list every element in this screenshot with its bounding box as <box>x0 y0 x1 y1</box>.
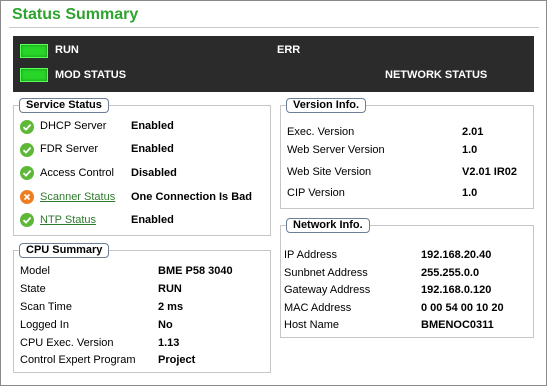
led-status-bar: RUN ERR MOD STATUS NETWORK STATUS <box>13 36 534 92</box>
logged-in-value: No <box>158 319 173 331</box>
cip-version-value: 1.0 <box>462 187 478 199</box>
host-name-label: Host Name <box>284 319 340 331</box>
exec-version-label: Exec. Version <box>287 126 355 138</box>
cpu-exec-version-value: 1.13 <box>158 337 180 349</box>
mac-address-value: 0 00 54 00 10 20 <box>421 302 504 314</box>
status-summary-window: Status Summary RUN ERR MOD STATUS NETWOR… <box>0 0 547 386</box>
web-server-version-value: 1.0 <box>462 144 478 156</box>
fdr-server-value: Enabled <box>131 143 174 155</box>
mod-status-label: MOD STATUS <box>55 69 127 81</box>
scan-time-value: 2 ms <box>158 301 184 313</box>
ip-address-label: IP Address <box>284 249 337 261</box>
check-icon <box>20 213 34 227</box>
page-title: Status Summary <box>12 6 139 23</box>
service-status-panel: Service Status DHCP Server Enabled FDR S… <box>13 98 271 236</box>
dhcp-server-value: Enabled <box>131 120 174 132</box>
err-label: ERR <box>277 44 301 56</box>
gateway-address-value: 192.168.0.120 <box>421 284 492 296</box>
version-info-panel: Version Info. Exec. Version 2.01 Web Ser… <box>280 98 534 209</box>
check-icon <box>20 120 34 134</box>
scanner-status-value: One Connection Is Bad <box>131 191 253 203</box>
mac-address-label: MAC Address <box>284 302 352 314</box>
service-status-title: Service Status <box>19 98 109 113</box>
state-label: State <box>20 283 46 295</box>
model-label: Model <box>20 265 50 277</box>
check-icon <box>20 143 34 157</box>
mod-status-led-icon <box>20 68 48 82</box>
cip-version-label: CIP Version <box>287 187 345 199</box>
web-site-version-label: Web Site Version <box>287 166 372 178</box>
scanner-status-link[interactable]: Scanner Status <box>40 191 115 203</box>
control-expert-program-value: Project <box>158 354 196 366</box>
logged-in-label: Logged In <box>20 319 69 331</box>
run-label: RUN <box>55 44 79 56</box>
subnet-address-value: 255.255.0.0 <box>421 267 480 279</box>
access-control-value: Disabled <box>131 167 177 179</box>
ntp-status-value: Enabled <box>131 214 174 226</box>
check-icon <box>20 166 34 180</box>
scan-time-label: Scan Time <box>20 301 72 313</box>
subnet-address-label: Sunbnet Address <box>284 267 368 279</box>
host-name-value: BMENOC0311 <box>421 319 494 331</box>
gateway-address-label: Gateway Address <box>284 284 371 296</box>
control-expert-program-label: Control Expert Program <box>20 354 136 366</box>
exec-version-value: 2.01 <box>462 126 484 138</box>
web-site-version-value: V2.01 IR02 <box>462 166 518 178</box>
network-info-panel: Network Info. IP Address 192.168.20.40 S… <box>280 218 534 338</box>
version-info-title: Version Info. <box>286 98 367 113</box>
error-icon <box>20 190 34 204</box>
dhcp-server-label: DHCP Server <box>40 120 107 132</box>
ntp-status-link[interactable]: NTP Status <box>40 214 96 226</box>
access-control-label: Access Control <box>40 167 114 179</box>
model-value: BME P58 3040 <box>158 265 233 277</box>
title-divider <box>9 27 539 28</box>
ip-address-value: 192.168.20.40 <box>421 249 492 261</box>
network-status-label: NETWORK STATUS <box>385 69 488 81</box>
cpu-exec-version-label: CPU Exec. Version <box>20 337 114 349</box>
cpu-summary-panel: CPU Summary Model BME P58 3040 State RUN… <box>13 243 271 373</box>
state-value: RUN <box>158 283 182 295</box>
fdr-server-label: FDR Server <box>40 143 99 155</box>
network-info-title: Network Info. <box>286 218 370 233</box>
web-server-version-label: Web Server Version <box>287 144 385 156</box>
run-led-icon <box>20 44 48 58</box>
cpu-summary-title: CPU Summary <box>19 243 110 258</box>
